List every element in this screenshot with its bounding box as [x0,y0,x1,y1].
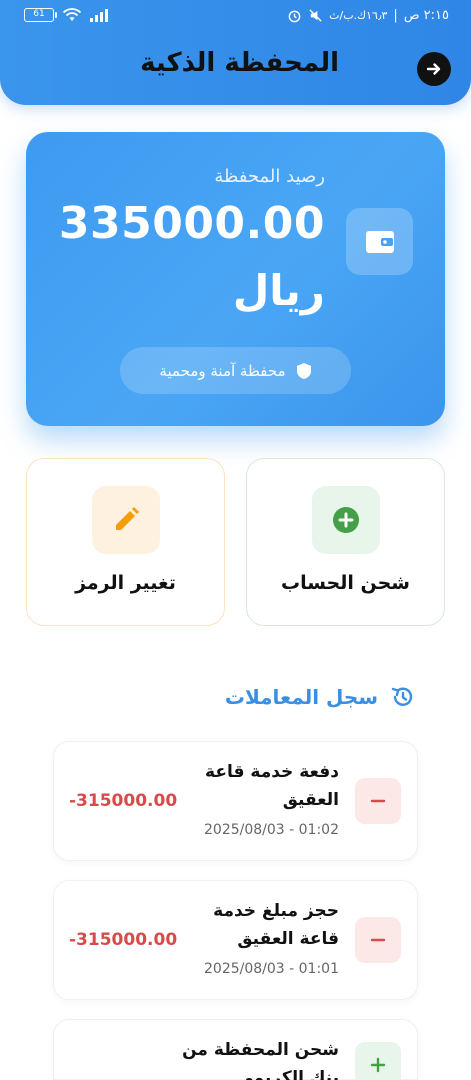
change-pin-label: تغيير الرمز [75,572,176,594]
history-icon [391,687,413,706]
pencil-icon [115,507,139,530]
transaction-title: حجز مبلغ خدمة قاعة العقيق [213,901,339,949]
status-divider: | [393,8,398,23]
balance-currency: ريال [232,266,325,315]
plus-icon [370,1057,386,1073]
status-bar-right: ١٦٫٣ك.ب/ث | ٢:١٥ ص [287,8,449,23]
transaction-title: دفعة خدمة قاعة العقيق [205,762,339,810]
signal-icon [90,8,108,22]
recharge-button[interactable]: شحن الحساب [246,458,445,626]
back-button[interactable] [417,52,451,86]
balance-amount: 335000.00 [58,198,325,249]
battery-icon: 61 [24,8,57,22]
secure-badge: محفظة آمنة ومحمية [120,347,351,394]
balance-label: رصيد المحفظة [214,166,325,187]
wallet-icon [365,230,394,253]
status-bar-left: 61 [24,8,110,22]
wallet-tile [346,208,413,275]
transaction-date: 2025/08/03 - 01:01 [204,961,339,977]
transaction-date: 2025/08/03 - 01:02 [204,822,339,838]
page-title: المحفظة الذكية [140,48,339,78]
add-circle-icon [332,507,359,533]
status-bar: 61 ١٦٫٣ك.ب/ث | ٢:١٥ ص [0,0,471,36]
balance-card: رصيد المحفظة 335000.00 ريال محفظة آمنة و… [26,132,445,426]
transaction-amount: -315000.00 [69,791,178,811]
change-pin-icon-tile [91,486,160,554]
transaction-amount: -315000.00 [69,930,178,950]
history-heading: سجل المعاملات [225,684,416,710]
app-header: 61 ١٦٫٣ك.ب/ث | ٢:١٥ ص المحفظة الذكية [0,0,471,105]
shield-icon [296,362,311,379]
transaction-item[interactable]: حجز مبلغ خدمة قاعة العقيق 2025/08/03 - 0… [53,880,418,1000]
status-time: ٢:١٥ ص [403,8,449,23]
minus-icon [370,799,386,803]
recharge-icon-tile [311,486,380,554]
alarm-icon [288,10,301,23]
transaction-title: شحن المحفظة من بنك الكريمي [182,1040,339,1080]
history-title: سجل المعاملات [224,685,378,709]
credit-icon-tile [355,1042,401,1080]
transaction-item[interactable]: شحن المحفظة من بنك الكريمي [53,1019,418,1080]
network-speed: ١٦٫٣ك.ب/ث [329,9,388,22]
arrow-right-icon [426,63,441,75]
minus-icon [370,938,386,942]
recharge-label: شحن الحساب [281,572,410,594]
change-pin-button[interactable]: تغيير الرمز [26,458,225,626]
wifi-icon [62,8,82,21]
mute-icon [309,9,322,22]
transaction-item[interactable]: دفعة خدمة قاعة العقيق 2025/08/03 - 01:02… [53,741,418,861]
secure-text: محفظة آمنة ومحمية [159,361,286,380]
debit-icon-tile [355,778,401,824]
debit-icon-tile [355,917,401,963]
